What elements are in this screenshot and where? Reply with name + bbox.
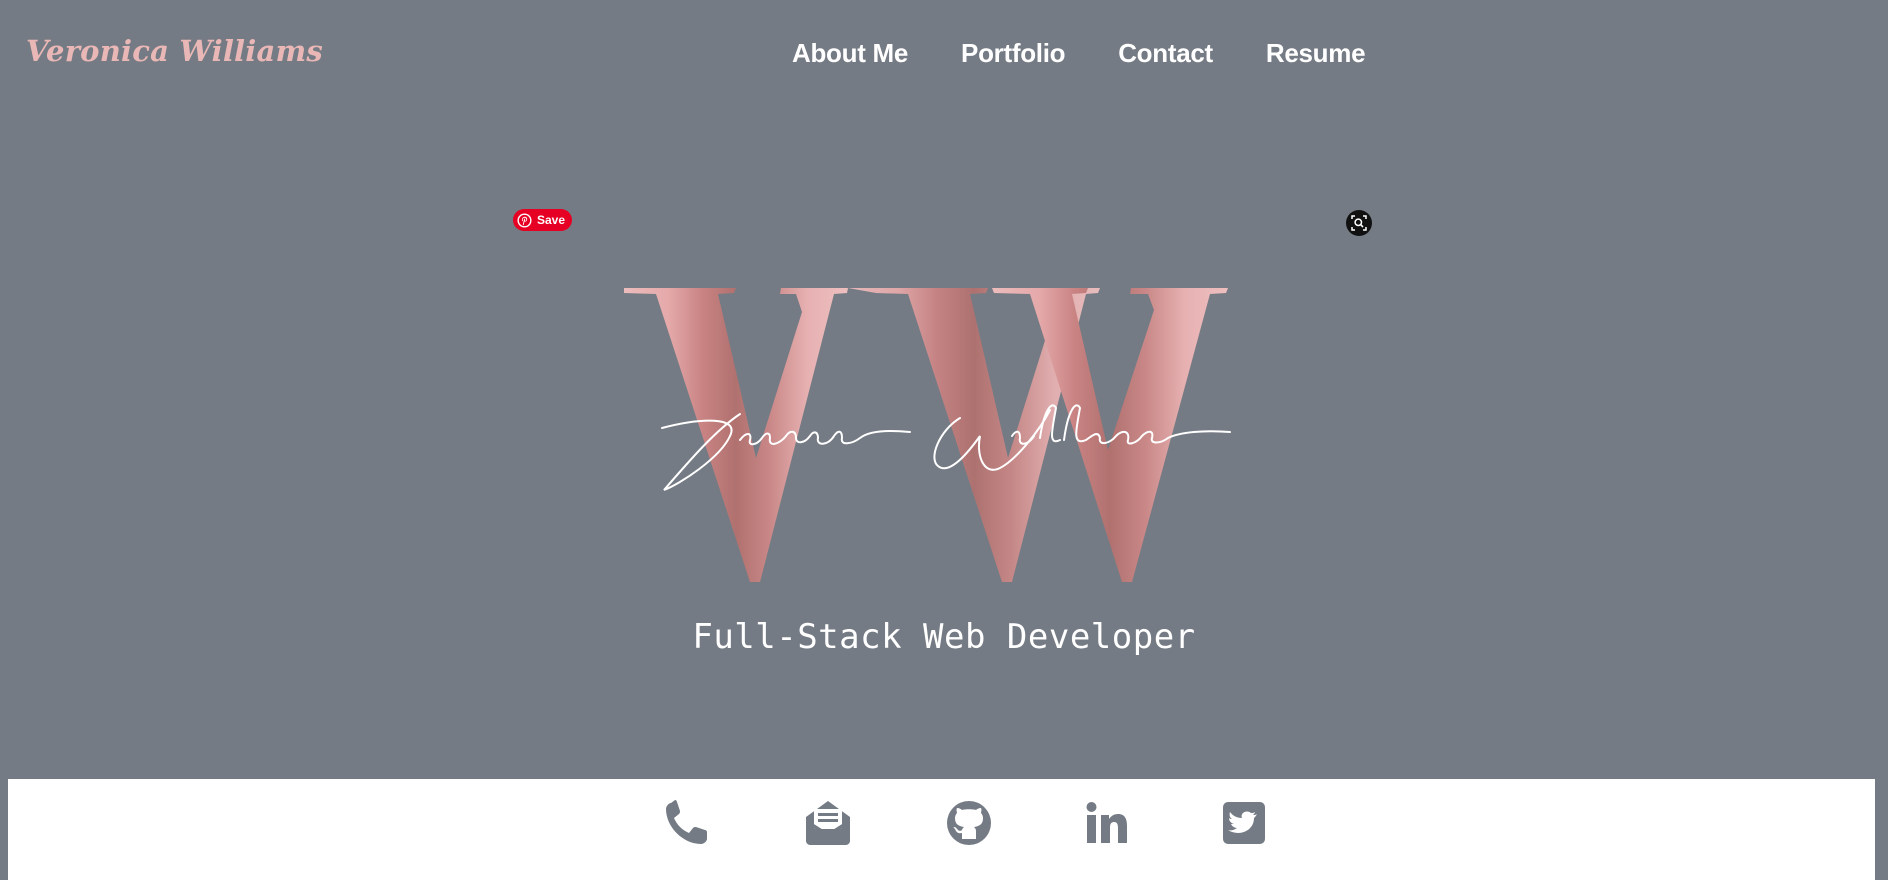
nav-about-me[interactable]: About Me bbox=[792, 38, 908, 69]
phone-icon[interactable] bbox=[663, 799, 711, 847]
visual-search-button[interactable] bbox=[1346, 210, 1372, 236]
nav-resume[interactable]: Resume bbox=[1266, 38, 1366, 69]
linkedin-icon[interactable] bbox=[1083, 799, 1131, 847]
main-nav: About Me Portfolio Contact Resume bbox=[792, 38, 1366, 69]
nav-portfolio[interactable]: Portfolio bbox=[961, 38, 1065, 69]
pinterest-save-label: Save bbox=[537, 213, 566, 227]
twitter-icon[interactable] bbox=[1221, 799, 1269, 847]
tagline: Full-Stack Web Developer bbox=[692, 617, 1196, 657]
social-links-bar bbox=[8, 779, 1875, 880]
github-icon[interactable] bbox=[945, 799, 993, 847]
pinterest-save-button[interactable]: Save bbox=[513, 209, 572, 231]
nav-contact[interactable]: Contact bbox=[1118, 38, 1213, 69]
page: Veronica Williams About Me Portfolio Con… bbox=[0, 0, 1888, 880]
brand-logo-link[interactable]: Veronica Williams bbox=[26, 34, 323, 68]
pinterest-icon bbox=[517, 212, 532, 228]
email-icon[interactable] bbox=[804, 799, 852, 847]
vw-logo-image bbox=[624, 288, 1231, 582]
visual-search-icon bbox=[1351, 215, 1367, 231]
